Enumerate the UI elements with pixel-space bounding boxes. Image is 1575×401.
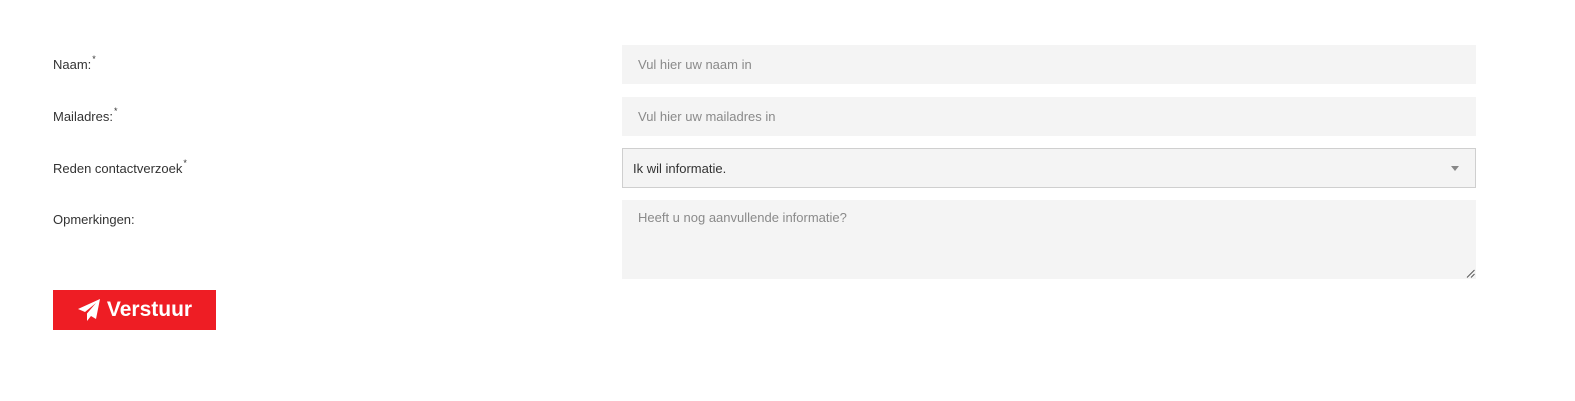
email-label-text: Mailadres: — [53, 109, 113, 124]
required-marker: * — [92, 53, 96, 64]
remarks-label-text: Opmerkingen: — [53, 212, 135, 227]
reason-select[interactable]: Ik wil informatie. — [622, 148, 1476, 188]
required-marker: * — [113, 105, 118, 116]
reason-selected-value: Ik wil informatie. — [633, 160, 727, 176]
remarks-textarea[interactable] — [622, 200, 1476, 279]
reason-label-text: Reden contactverzoek — [53, 161, 183, 176]
email-label: Mailadres:* — [53, 105, 118, 125]
caret-down-icon — [1451, 165, 1459, 171]
email-input[interactable] — [622, 97, 1476, 136]
contact-form: Naam:* Mailadres:* Reden contactverzoek*… — [0, 0, 1575, 401]
resize-handle-icon[interactable] — [1466, 269, 1475, 278]
remarks-label: Opmerkingen: — [53, 212, 135, 228]
paper-plane-icon — [77, 299, 100, 321]
required-marker: * — [183, 157, 187, 168]
name-label-text: Naam: — [53, 57, 92, 72]
reason-label: Reden contactverzoek* — [53, 157, 187, 177]
name-input[interactable] — [622, 45, 1476, 84]
name-label: Naam:* — [53, 53, 96, 73]
submit-button[interactable]: Verstuur — [53, 290, 216, 330]
submit-label: Verstuur — [106, 298, 193, 321]
